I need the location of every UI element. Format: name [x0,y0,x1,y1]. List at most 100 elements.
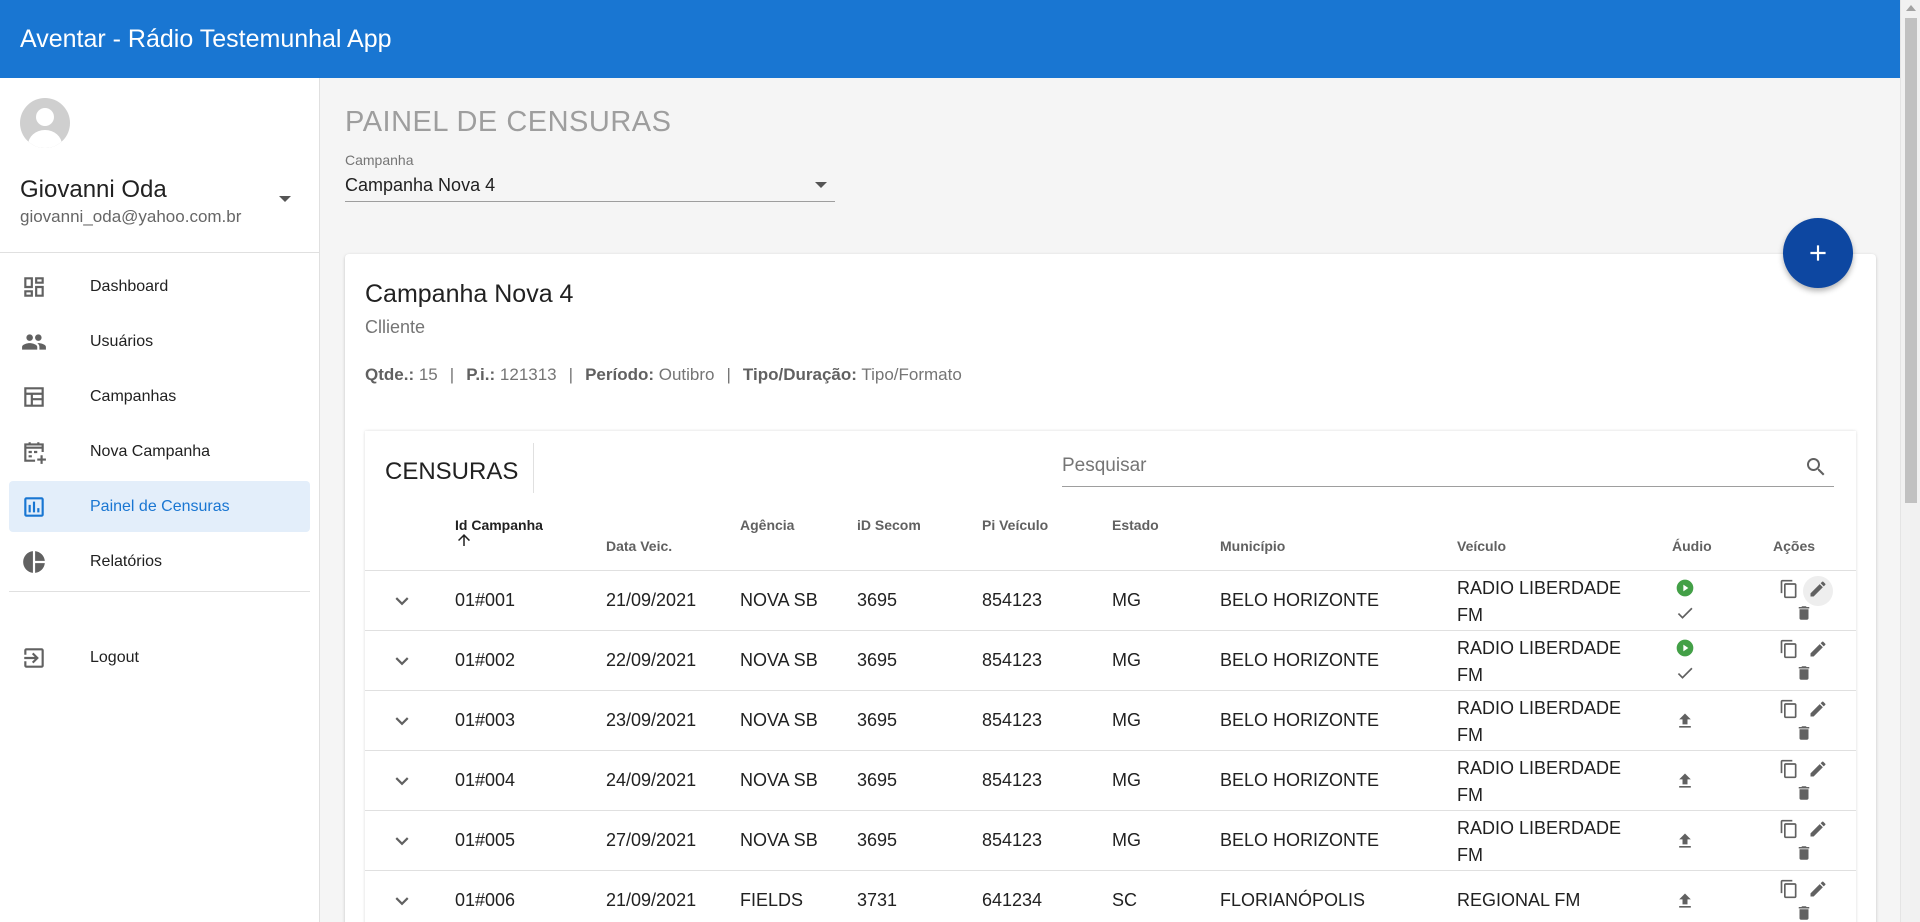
sidebar-item-campanhas[interactable]: Campanhas [9,371,310,422]
cell-pi-veiculo: 854123 [982,590,1043,610]
cell-data-veic: 21/09/2021 [606,890,697,910]
edit-icon[interactable] [1808,879,1828,899]
delete-icon[interactable] [1795,784,1813,802]
approved-check-icon[interactable] [1675,603,1695,623]
delete-icon[interactable] [1795,844,1813,862]
logout-icon [24,648,44,668]
bar-chart-icon [24,497,44,517]
cell-estado: MG [1112,590,1141,610]
delete-icon[interactable] [1795,604,1813,622]
table-row[interactable]: 01#001 21/09/2021 NOVA SB 3695 854123 MG BELO … [365,570,1856,630]
delete-icon[interactable] [1795,724,1813,742]
scrollbar-thumb[interactable] [1905,18,1917,503]
copy-icon[interactable] [1779,759,1799,779]
tipo-value: Tipo/Formato [861,365,962,384]
copy-icon[interactable] [1779,699,1799,719]
search-icon[interactable] [1804,455,1828,479]
play-audio-icon[interactable] [1675,638,1695,658]
arrow-up-icon[interactable] [455,531,473,549]
cell-municipio: BELO HORIZONTE [1220,650,1380,670]
scroll-up-arrow[interactable] [1906,5,1916,11]
upload-audio-icon[interactable] [1675,771,1695,791]
pie-chart-icon [23,551,45,573]
header-data-veic[interactable]: Data Veic. [606,538,672,554]
cell-id-campanha: 01#003 [455,710,516,730]
copy-icon[interactable] [1779,579,1799,599]
cell-agencia: NOVA SB [740,650,818,670]
sidebar-item-painel-de-censuras[interactable]: Painel de Censuras [9,481,310,532]
expand-row-chevron-icon[interactable] [389,888,415,914]
sidebar-item-label: Logout [90,648,139,666]
header-veiculo[interactable]: Veículo [1457,538,1506,554]
cell-id-secom: 3695 [857,830,898,850]
delete-icon[interactable] [1795,664,1813,682]
expand-row-chevron-icon[interactable] [389,828,415,854]
cell-id-campanha: 01#004 [455,770,516,790]
cell-pi-veiculo: 854123 [982,830,1043,850]
copy-icon[interactable] [1779,819,1799,839]
cell-id-campanha: 01#002 [455,650,516,670]
expand-row-chevron-icon[interactable] [389,708,415,734]
header-acoes: Ações [1773,538,1816,554]
header-pi-veiculo[interactable]: Pi Veículo [982,517,1048,533]
cell-id-campanha: 01#005 [455,830,516,850]
add-campaign-fab[interactable] [1783,218,1853,288]
edit-icon[interactable] [1808,819,1828,839]
cell-pi-veiculo: 854123 [982,650,1043,670]
play-audio-icon[interactable] [1675,578,1695,598]
expand-row-chevron-icon[interactable] [389,648,415,674]
cell-pi-veiculo: 854123 [982,710,1043,730]
upload-audio-icon[interactable] [1675,831,1695,851]
table-title: CENSURAS [385,458,519,485]
edit-icon[interactable] [1808,639,1828,659]
delete-icon[interactable] [1795,904,1813,922]
sidebar-item-dashboard[interactable]: Dashboard [9,261,310,312]
page-scrollbar[interactable] [1900,0,1920,922]
table-row[interactable]: 01#006 21/09/2021 FIELDS 3731 641234 SC FLORIA… [365,870,1856,922]
cell-id-secom: 3695 [857,590,898,610]
cell-id-secom: 3695 [857,710,898,730]
upload-audio-icon[interactable] [1675,891,1695,911]
nav-divider [9,591,310,592]
table-row[interactable]: 01#002 22/09/2021 NOVA SB 3695 854123 MG BELO … [365,630,1856,690]
edit-icon[interactable] [1808,579,1828,599]
campaign-card: Campanha Nova 4 Clliente Qtde.: 15 | P.i.:… [345,254,1876,922]
cell-pi-veiculo: 641234 [982,890,1043,910]
header-municipio[interactable]: Município [1220,538,1285,554]
header-estado[interactable]: Estado [1112,517,1159,533]
header-agencia[interactable]: Agência [740,517,794,533]
header-id-secom[interactable]: iD Secom [857,517,921,533]
sidebar-item-label: Dashboard [90,277,169,295]
table-row[interactable]: 01#004 24/09/2021 NOVA SB 3695 854123 MG BELO … [365,750,1856,810]
cell-estado: MG [1112,650,1141,670]
sidebar-item-label: Painel de Censuras [90,497,230,515]
expand-row-chevron-icon[interactable] [389,588,415,614]
user-profile: Giovanni Oda giovanni_oda@yahoo.com.br [0,78,319,253]
cell-veiculo: RADIO LIBERDADE FM [1457,578,1622,625]
campaign-select[interactable]: Campanha Nova 4 [345,172,835,202]
sidebar-item-relatorios[interactable]: Relatórios [9,536,310,587]
table-row[interactable]: 01#005 27/09/2021 NOVA SB 3695 854123 MG BELO … [365,810,1856,870]
search-input[interactable] [1062,455,1782,477]
cell-estado: MG [1112,770,1141,790]
profile-menu-caret-icon[interactable] [279,196,291,202]
sidebar-item-usuarios[interactable]: Usuários [9,316,310,367]
table-row[interactable]: 01#003 23/09/2021 NOVA SB 3695 854123 MG BELO … [365,690,1856,750]
chevron-down-icon [815,182,827,188]
header-audio: Áudio [1672,538,1712,554]
campaign-client: Clliente [365,317,426,337]
sidebar-item-logout[interactable]: Logout [9,632,310,683]
cell-municipio: BELO HORIZONTE [1220,830,1380,850]
sidebar-item-label: Nova Campanha [90,442,211,460]
copy-icon[interactable] [1779,639,1799,659]
edit-icon[interactable] [1808,759,1828,779]
cell-id-secom: 3695 [857,770,898,790]
user-name: Giovanni Oda [20,176,167,203]
sidebar-item-nova-campanha[interactable]: Nova Campanha [9,426,310,477]
copy-icon[interactable] [1779,879,1799,899]
edit-icon[interactable] [1808,699,1828,719]
upload-audio-icon[interactable] [1675,711,1695,731]
expand-row-chevron-icon[interactable] [389,768,415,794]
approved-check-icon[interactable] [1675,663,1695,683]
cell-agencia: NOVA SB [740,710,818,730]
